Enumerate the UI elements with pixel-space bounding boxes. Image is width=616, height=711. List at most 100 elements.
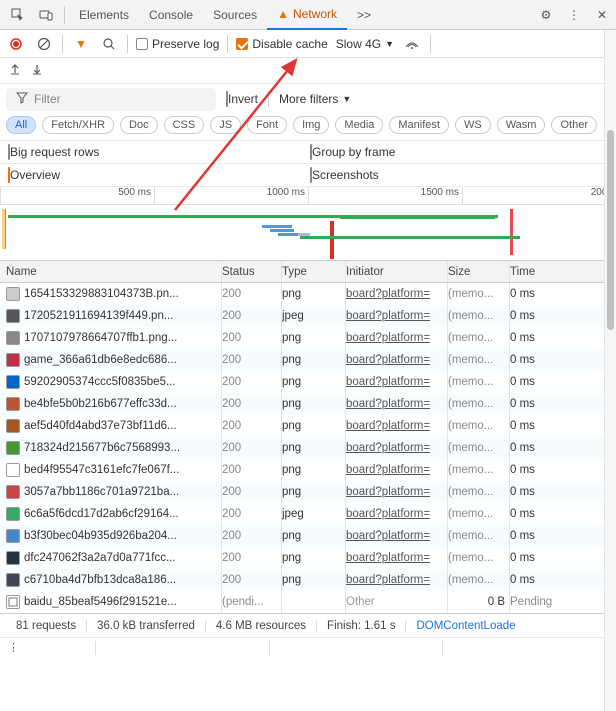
file-name: bed4f95547c3161efc7fe067f...	[24, 464, 179, 476]
disable-cache-checkbox[interactable]: Disable cache	[236, 37, 327, 51]
table-row[interactable]: dfc247062f3a2a7d0a771fcc...200pngboard?p…	[0, 547, 616, 569]
search-icon[interactable]	[99, 34, 119, 54]
chip-wasm[interactable]: Wasm	[497, 116, 546, 134]
initiator-cell[interactable]: board?platform=	[346, 569, 448, 591]
status-cell: 200	[222, 371, 282, 393]
chip-font[interactable]: Font	[247, 116, 287, 134]
table-row[interactable]: aef5d40fd4abd37e73bf11d6...200pngboard?p…	[0, 415, 616, 437]
initiator-cell[interactable]: board?platform=	[346, 371, 448, 393]
status-cell: 200	[222, 283, 282, 305]
initiator-cell[interactable]: board?platform=	[346, 415, 448, 437]
table-row[interactable]: 3057a7bb1186c701a9721ba...200pngboard?pl…	[0, 481, 616, 503]
status-bar: 81 requests 36.0 kB transferred 4.6 MB r…	[0, 613, 616, 637]
initiator-cell[interactable]: board?platform=	[346, 547, 448, 569]
devtools-tabbar: Elements Console Sources ▲Network >> ⚙ ⋮…	[0, 0, 616, 30]
chip-media[interactable]: Media	[335, 116, 383, 134]
upload-har-icon[interactable]	[8, 62, 22, 79]
size-cell: (memo...	[448, 393, 510, 415]
initiator-cell[interactable]: board?platform=	[346, 503, 448, 525]
file-name: aef5d40fd4abd37e73bf11d6...	[24, 420, 177, 432]
inspect-icon[interactable]	[8, 5, 28, 25]
screenshots-checkbox[interactable]: Screenshots	[310, 168, 379, 182]
type-cell: png	[282, 481, 346, 503]
tab-elements[interactable]: Elements	[69, 2, 139, 28]
group-by-frame-checkbox[interactable]: Group by frame	[310, 145, 395, 159]
status-cell: 200	[222, 481, 282, 503]
table-row[interactable]: 6c6a5f6dcd17d2ab6cf29164...200jpegboard?…	[0, 503, 616, 525]
filter-input[interactable]: Filter	[6, 88, 216, 111]
file-type-icon	[6, 463, 20, 477]
table-row[interactable]: bed4f95547c3161efc7fe067f...200pngboard?…	[0, 459, 616, 481]
chip-other[interactable]: Other	[551, 116, 597, 134]
console-drawer-tabs[interactable]: ⋮	[0, 637, 616, 657]
table-row[interactable]: 1720521911694139f449.pn...200jpegboard?p…	[0, 305, 616, 327]
time-cell: 0 ms	[510, 437, 616, 459]
big-request-rows-checkbox[interactable]: Big request rows	[8, 145, 99, 159]
chip-doc[interactable]: Doc	[120, 116, 158, 134]
record-icon[interactable]	[6, 34, 26, 54]
type-cell: jpeg	[282, 305, 346, 327]
table-row[interactable]: 59202905374ccc5f0835be5...200pngboard?pl…	[0, 371, 616, 393]
device-toggle-icon[interactable]	[36, 5, 56, 25]
file-name: 1707107978664707ffb1.png...	[24, 332, 177, 344]
initiator-cell[interactable]: board?platform=	[346, 349, 448, 371]
network-overview[interactable]: 500 ms 1000 ms 1500 ms 2000	[0, 187, 616, 261]
tab-sources[interactable]: Sources	[203, 2, 267, 28]
size-cell: (memo...	[448, 283, 510, 305]
vertical-scrollbar[interactable]	[604, 30, 616, 711]
tab-console[interactable]: Console	[139, 2, 203, 28]
status-cell: 200	[222, 547, 282, 569]
time-cell: Pending	[510, 591, 616, 613]
table-row[interactable]: 1707107978664707ffb1.png...200pngboard?p…	[0, 327, 616, 349]
filter-toggle-icon[interactable]: ▼	[71, 34, 91, 54]
chip-css[interactable]: CSS	[164, 116, 205, 134]
clear-icon[interactable]	[34, 34, 54, 54]
initiator-cell[interactable]: Other	[346, 591, 448, 613]
initiator-cell[interactable]: board?platform=	[346, 393, 448, 415]
initiator-cell[interactable]: board?platform=	[346, 305, 448, 327]
table-row[interactable]: 718324d215677b6c7568993...200pngboard?pl…	[0, 437, 616, 459]
more-filters-button[interactable]: More filters▼	[279, 92, 351, 106]
tab-network[interactable]: ▲Network	[267, 0, 347, 30]
chip-js[interactable]: JS	[210, 116, 241, 134]
type-cell: png	[282, 459, 346, 481]
time-cell: 0 ms	[510, 371, 616, 393]
chip-img[interactable]: Img	[293, 116, 329, 134]
table-row[interactable]: be4bfe5b0b216b677effc33d...200pngboard?p…	[0, 393, 616, 415]
chip-fetch-xhr[interactable]: Fetch/XHR	[42, 116, 114, 134]
gear-icon[interactable]: ⚙	[536, 5, 556, 25]
col-header-initiator: Initiator	[346, 261, 448, 282]
initiator-cell[interactable]: board?platform=	[346, 283, 448, 305]
file-name: 1720521911694139f449.pn...	[24, 310, 173, 322]
table-header[interactable]: Name Status Type Initiator Size Time	[0, 261, 616, 283]
table-row[interactable]: c6710ba4d7bfb13dca8a186...200pngboard?pl…	[0, 569, 616, 591]
initiator-cell[interactable]: board?platform=	[346, 327, 448, 349]
overview-checkbox[interactable]: Overview	[8, 168, 60, 182]
status-cell: 200	[222, 349, 282, 371]
chip-all[interactable]: All	[6, 116, 36, 134]
table-row[interactable]: 1654153329883104373B.pn...200pngboard?pl…	[0, 283, 616, 305]
chip-ws[interactable]: WS	[455, 116, 491, 134]
close-panel-icon[interactable]: ✕	[592, 5, 612, 25]
initiator-cell[interactable]: board?platform=	[346, 459, 448, 481]
initiator-cell[interactable]: board?platform=	[346, 525, 448, 547]
filter-bar: Filter Invert More filters▼	[0, 84, 616, 114]
chip-manifest[interactable]: Manifest	[389, 116, 449, 134]
table-row[interactable]: baidu_85beaf5496f291521e...(pendi...Othe…	[0, 591, 616, 613]
initiator-cell[interactable]: board?platform=	[346, 437, 448, 459]
network-conditions-icon[interactable]	[402, 34, 422, 54]
funnel-icon	[16, 92, 28, 107]
tabs-overflow[interactable]: >>	[347, 2, 381, 28]
waterfall-bars	[0, 205, 616, 261]
status-cell: 200	[222, 437, 282, 459]
download-har-icon[interactable]	[30, 62, 44, 79]
initiator-cell[interactable]: board?platform=	[346, 481, 448, 503]
preserve-log-checkbox[interactable]: Preserve log	[136, 37, 219, 51]
throttling-select[interactable]: Slow 4G▼	[336, 37, 394, 51]
file-name: baidu_85beaf5496f291521e...	[24, 596, 177, 608]
kebab-icon[interactable]: ⋮	[564, 5, 584, 25]
table-row[interactable]: b3f30bec04b935d926ba204...200pngboard?pl…	[0, 525, 616, 547]
network-toolbar: ▼ Preserve log Disable cache Slow 4G▼	[0, 30, 616, 58]
table-row[interactable]: game_366a61db6e8edc686...200pngboard?pla…	[0, 349, 616, 371]
invert-checkbox[interactable]: Invert	[226, 92, 258, 106]
